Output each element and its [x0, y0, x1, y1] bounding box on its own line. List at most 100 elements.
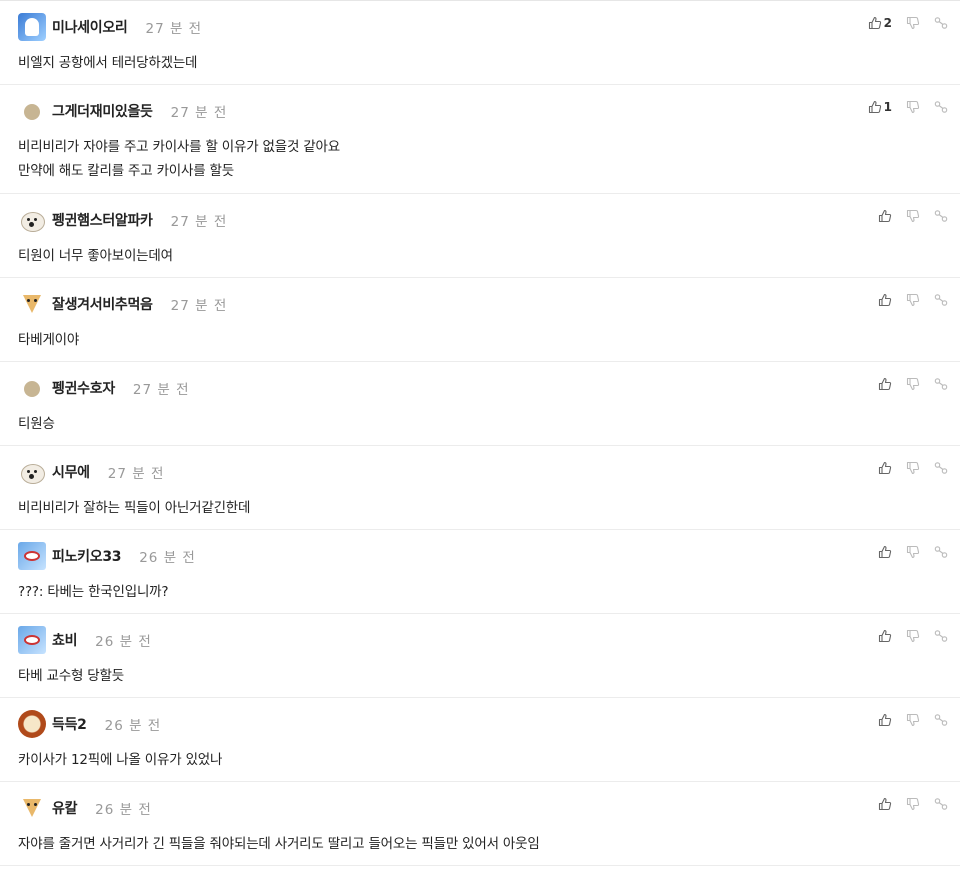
comment-actions: 2: [854, 13, 948, 33]
dislike-button[interactable]: [906, 797, 920, 811]
thumbs-down-icon: [906, 209, 920, 223]
author-name[interactable]: 시무에: [52, 462, 90, 482]
like-button[interactable]: 1: [868, 100, 892, 114]
comment-text: 카이사가 12픽에 나올 이유가 있었나: [18, 748, 222, 772]
author-name[interactable]: 펭귄수호자: [52, 378, 115, 398]
comment-item: 피노키오33 26 분 전 ???: 타베는 한국인입니까?: [0, 530, 960, 614]
comment-header: 피노키오33 26 분 전: [18, 542, 196, 570]
share-button[interactable]: [934, 293, 948, 307]
share-button[interactable]: [934, 713, 948, 727]
share-link-icon: [934, 798, 948, 810]
thumbs-up-icon: [878, 377, 892, 391]
share-button[interactable]: [934, 16, 948, 30]
comment-text-line: 타베 교수형 당할듯: [18, 668, 124, 684]
like-button[interactable]: [878, 713, 892, 727]
comment-text: 비엘지 공항에서 테러당하겠는데: [18, 51, 197, 75]
like-button[interactable]: [878, 629, 892, 643]
author-name[interactable]: 득득2: [52, 714, 87, 734]
share-button[interactable]: [934, 461, 948, 475]
like-count: 2: [883, 16, 892, 30]
minutes-value: 26: [95, 634, 115, 650]
comment-text-line: 비리비리가 자야를 주고 카이사를 할 이유가 없을것 같아요: [18, 139, 340, 155]
time-unit: 분 전: [195, 298, 228, 314]
thumbs-down-icon: [906, 461, 920, 475]
share-link-icon: [934, 546, 948, 558]
author-name[interactable]: 펭귄햄스터알파카: [52, 210, 153, 230]
share-button[interactable]: [934, 545, 948, 559]
author-name[interactable]: 잘생겨서비추먹음: [52, 294, 153, 314]
like-button[interactable]: [878, 797, 892, 811]
comment-list: 미나세이오리 27 분 전 비엘지 공항에서 테러당하겠는데 2 그게더재미있을…: [0, 0, 960, 866]
dislike-button[interactable]: [906, 629, 920, 643]
like-button[interactable]: [878, 377, 892, 391]
comment-actions: [864, 290, 948, 310]
time-unit: 분 전: [119, 802, 152, 818]
time-unit: 분 전: [169, 21, 203, 37]
dislike-button[interactable]: [906, 100, 920, 114]
fox-avatar[interactable]: [18, 290, 46, 318]
author-name[interactable]: 피노키오33: [52, 546, 122, 566]
dislike-button[interactable]: [906, 16, 920, 30]
dislike-button[interactable]: [906, 209, 920, 223]
author-name[interactable]: 유칼: [52, 798, 77, 818]
share-button[interactable]: [934, 629, 948, 643]
pin-avatar[interactable]: [18, 626, 46, 654]
dot-avatar[interactable]: [18, 374, 46, 402]
dislike-button[interactable]: [906, 713, 920, 727]
comment-actions: [864, 794, 948, 814]
like-button[interactable]: [878, 545, 892, 559]
comment-actions: [864, 206, 948, 226]
thumbs-down-icon: [906, 293, 920, 307]
author-name[interactable]: 미나세이오리: [52, 17, 128, 37]
comment-text: 자야를 줄거면 사거리가 긴 픽들을 줘야되는데 사거리도 딸리고 들어오는 픽…: [18, 832, 540, 856]
author-name[interactable]: 그게더재미있을듯: [52, 101, 153, 121]
like-button[interactable]: [878, 461, 892, 475]
comment-header: 그게더재미있을듯 27 분 전: [18, 97, 227, 125]
thumbs-down-icon: [906, 100, 920, 114]
comment-item: 득득2 26 분 전 카이사가 12픽에 나올 이유가 있었나: [0, 698, 960, 782]
thumbs-up-icon: [878, 713, 892, 727]
fox-avatar[interactable]: [18, 794, 46, 822]
comment-item: 시무에 27 분 전 비리비리가 잘하는 픽들이 아닌거같긴한데: [0, 446, 960, 530]
dislike-button[interactable]: [906, 461, 920, 475]
thumbs-down-icon: [906, 713, 920, 727]
thumbs-up-icon: [878, 629, 892, 643]
minutes-value: 26: [139, 550, 159, 566]
minutes-value: 27: [107, 466, 127, 482]
author-name[interactable]: 쵸비: [52, 630, 77, 650]
comment-text-line: 티원승: [18, 416, 55, 432]
share-button[interactable]: [934, 797, 948, 811]
thumbs-down-icon: [906, 16, 920, 30]
ghost-avatar[interactable]: [18, 13, 46, 41]
comment-actions: [864, 626, 948, 646]
comment-item: 펭귄햄스터알파카 27 분 전 티원이 너무 좋아보이는데여: [0, 194, 960, 278]
time-unit: 분 전: [119, 634, 152, 650]
comment-header: 득득2 26 분 전: [18, 710, 161, 738]
like-button[interactable]: 2: [868, 16, 892, 30]
share-link-icon: [934, 378, 948, 390]
like-button[interactable]: [878, 209, 892, 223]
thumbs-up-icon: [868, 100, 881, 114]
comment-header: 펭귄햄스터알파카 27 분 전: [18, 206, 227, 234]
dot-avatar[interactable]: [18, 97, 46, 125]
like-button[interactable]: [878, 293, 892, 307]
time-unit: 분 전: [163, 550, 196, 566]
comment-text: 타베게이야: [18, 328, 79, 352]
pin-avatar[interactable]: [18, 542, 46, 570]
share-button[interactable]: [934, 377, 948, 391]
lion-avatar[interactable]: [18, 710, 46, 738]
dog-avatar[interactable]: [18, 458, 46, 486]
comment-text-line: 만약에 해도 칼리를 주고 카이사를 할듯: [18, 163, 234, 179]
share-button[interactable]: [934, 209, 948, 223]
dislike-button[interactable]: [906, 293, 920, 307]
minutes-value: 26: [104, 718, 124, 734]
dislike-button[interactable]: [906, 545, 920, 559]
dog-avatar[interactable]: [18, 206, 46, 234]
thumbs-down-icon: [906, 545, 920, 559]
dislike-button[interactable]: [906, 377, 920, 391]
comment-text: ???: 타베는 한국인입니까?: [18, 580, 169, 604]
comment-time: 26 분 전: [95, 798, 152, 818]
minutes-value: 27: [170, 214, 190, 230]
share-button[interactable]: [934, 100, 948, 114]
comment-actions: [864, 710, 948, 730]
